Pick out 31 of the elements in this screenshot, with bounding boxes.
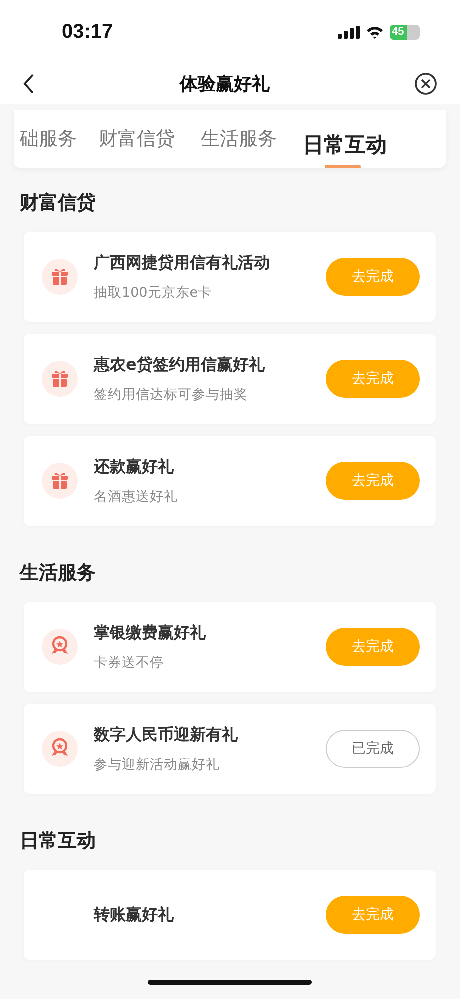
task-title: 广西网捷贷用信有礼活动 xyxy=(94,252,271,274)
wifi-icon xyxy=(366,26,384,38)
category-tab[interactable]: 础服务 xyxy=(20,126,77,152)
task-title: 数字人民币迎新有礼 xyxy=(94,724,239,746)
signal-icon xyxy=(338,26,360,38)
task-title: 惠农e贷签约用信赢好礼 xyxy=(94,354,266,376)
section-title: 生活服务 xyxy=(18,561,97,586)
completed-button[interactable]: 已完成 xyxy=(326,730,420,768)
battery-icon: 45 xyxy=(390,24,420,40)
task-subtitle: 签约用信达标可参与抽奖 xyxy=(94,386,249,404)
task-title: 转账赢好礼 xyxy=(94,904,175,926)
medal-icon xyxy=(42,731,78,767)
close-icon[interactable] xyxy=(414,72,438,96)
gift-icon xyxy=(42,361,78,397)
gift-icon xyxy=(42,463,78,499)
back-icon[interactable] xyxy=(22,73,36,95)
category-tab[interactable]: 生活服务 xyxy=(201,126,277,152)
task-subtitle: 抽取100元京东e卡 xyxy=(94,284,214,302)
medal-icon xyxy=(42,629,78,665)
task-title: 还款赢好礼 xyxy=(94,456,175,478)
task-subtitle: 卡券送不停 xyxy=(94,654,165,672)
category-tab[interactable]: 财富信贷 xyxy=(99,126,175,152)
section-title: 财富信贷 xyxy=(18,191,97,216)
task-subtitle: 名酒惠送好礼 xyxy=(94,488,179,506)
status-time: 03:17 xyxy=(62,20,114,44)
gift-icon xyxy=(42,259,78,295)
category-tab[interactable]: 日常互动 xyxy=(303,119,387,168)
page-title: 体验赢好礼 xyxy=(180,73,270,96)
task-title: 掌银缴费赢好礼 xyxy=(94,622,207,644)
task-subtitle: 参与迎新活动赢好礼 xyxy=(94,756,221,774)
section-title: 日常互动 xyxy=(19,829,97,854)
